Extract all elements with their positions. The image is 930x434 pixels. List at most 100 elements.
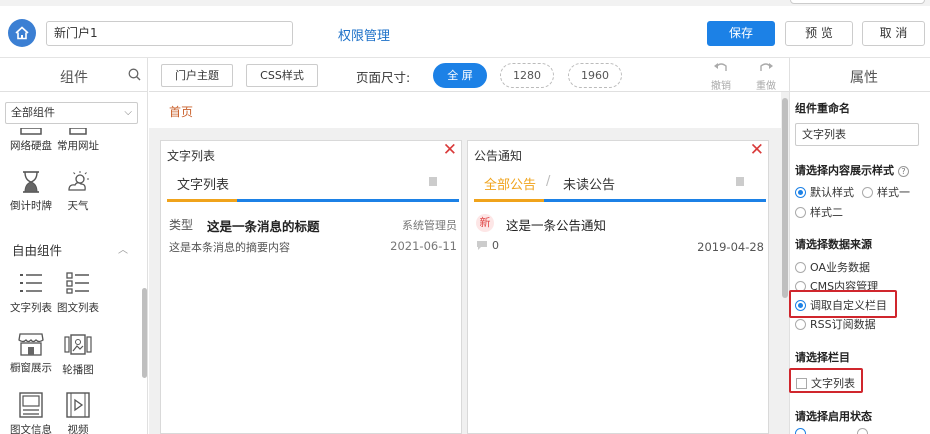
component-label: 橱窗展示 (10, 362, 52, 374)
announcement-widget[interactable]: 公告通知 ✕ 全部公告 / 未读公告 新 这是一条公告通知 0 2019-04-… (467, 140, 769, 434)
component-filter-select[interactable]: 全部组件 ⌵ (5, 102, 138, 124)
item-title[interactable]: 这是一条公告通知 (506, 215, 606, 234)
component-label: 天气 (67, 200, 89, 212)
option-label: 样式一 (877, 186, 910, 199)
style-option-default[interactable]: 默认样式 (795, 184, 854, 200)
style-option-two[interactable]: 样式二 (795, 204, 843, 220)
component-panel-header: 组件 (0, 58, 147, 92)
chevron-up-icon[interactable]: ︿ (118, 241, 128, 256)
free-components-section[interactable]: 自由组件 (12, 240, 62, 259)
list-item[interactable]: 新 这是一条公告通知 0 2019-04-28 (476, 211, 766, 255)
cancel-button[interactable]: 取 消 (862, 21, 925, 46)
source-option-rss[interactable]: RSS订阅数据 (795, 316, 876, 332)
component-panel-title: 组件 (60, 70, 88, 86)
canvas-toolbar: 门户主题 CSS样式 页面尺寸: 全 屏 1280 1960 撤销 重做 (149, 58, 789, 92)
component-label: 文字列表 (10, 302, 52, 314)
properties-panel-title: 属性 (850, 70, 878, 86)
size-fullscreen-button[interactable]: 全 屏 (433, 63, 487, 88)
size-1280-button[interactable]: 1280 (500, 63, 554, 88)
component-panel: 组件 全部组件 ⌵ 网络硬盘 常用网址 倒计时牌 天气 自由组件 ︿ 文字列表 … (0, 58, 148, 434)
comment-icon (476, 240, 488, 254)
breadcrumb-home[interactable]: 首页 (169, 103, 193, 120)
preview-button[interactable]: 预 览 (785, 21, 853, 46)
component-label: 图文信息 (10, 424, 52, 434)
source-option-oa[interactable]: OA业务数据 (795, 259, 870, 275)
redo-icon (760, 63, 773, 71)
redo-button[interactable]: 重做 (752, 60, 780, 92)
component-image-text-list[interactable]: 图文列表 (53, 268, 103, 315)
browser-search-field[interactable] (790, 0, 925, 4)
home-button[interactable] (8, 19, 36, 47)
close-icon[interactable]: ✕ (443, 142, 457, 159)
size-1960-button[interactable]: 1960 (568, 63, 622, 88)
style-heading: 请选择内容展示样式? (795, 162, 909, 178)
widget-title: 公告通知 (474, 149, 523, 163)
widget-tabs: 全部公告 / 未读公告 (474, 167, 766, 202)
properties-panel: 属性 组件重命名 文字列表 请选择内容展示样式? 默认样式 样式一 样式二 请选… (789, 58, 930, 434)
option-label: RSS订阅数据 (810, 318, 876, 331)
component-countdown[interactable]: 倒计时牌 (6, 168, 56, 213)
save-button[interactable]: 保存 (707, 21, 775, 46)
option-label: 样式二 (810, 206, 843, 219)
component-label: 图文列表 (57, 302, 99, 314)
component-text-list[interactable]: 文字列表 (6, 268, 56, 315)
item-author: 系统管理员 (402, 219, 457, 232)
radio-unchecked (857, 428, 868, 434)
status-options-partial[interactable] (795, 428, 915, 434)
component-label: 视频 (67, 424, 89, 434)
image-info-icon (6, 392, 56, 418)
highlight-box-column (789, 368, 863, 393)
tab-separator: / (546, 174, 551, 189)
item-type: 类型 (169, 218, 194, 232)
portal-name-input[interactable]: 新门户1 (46, 21, 293, 46)
radio-checked (795, 428, 806, 434)
component-filter-value: 全部组件 (11, 106, 55, 119)
permission-management-link[interactable]: 权限管理 (338, 25, 390, 44)
canvas-scrollbar[interactable] (782, 98, 788, 298)
item-title[interactable]: 这是一条消息的标题 (207, 216, 320, 235)
style-option-one[interactable]: 样式一 (862, 184, 910, 200)
more-icon[interactable] (429, 177, 437, 186)
widget-tabs: 文字列表 (167, 167, 459, 202)
search-icon[interactable] (128, 68, 141, 84)
top-bar: 新门户1 权限管理 保存 预 览 取 消 (0, 0, 930, 58)
rename-input[interactable]: 文字列表 (795, 123, 919, 146)
close-icon[interactable]: ✕ (750, 142, 764, 159)
component-carousel[interactable]: 轮播图 (53, 330, 103, 377)
radio-unchecked (862, 186, 873, 198)
carousel-icon (53, 330, 103, 356)
component-label: 轮播图 (62, 364, 94, 376)
portal-theme-button[interactable]: 门户主题 (161, 64, 233, 87)
browser-strip (0, 0, 930, 6)
breadcrumb: 首页 (149, 92, 781, 128)
undo-button[interactable]: 撤销 (707, 60, 735, 92)
page-size-label: 页面尺寸: (356, 70, 411, 85)
radio-unchecked (795, 206, 806, 218)
component-video[interactable]: 视频 (53, 392, 103, 434)
tab-all-announcements[interactable]: 全部公告 (484, 174, 536, 193)
component-weather[interactable]: 天气 (53, 168, 103, 213)
widget-title: 文字列表 (167, 149, 216, 163)
status-heading: 请选择启用状态 (795, 410, 872, 423)
help-icon[interactable]: ? (898, 166, 909, 177)
source-heading: 请选择数据来源 (795, 238, 872, 251)
component-network-drive[interactable]: 网络硬盘 (6, 128, 56, 153)
text-list-widget[interactable]: 文字列表 ✕ 文字列表 类型 这是一条消息的标题 系统管理员 这是本条消息的摘要… (160, 140, 462, 434)
more-icon[interactable] (736, 177, 744, 186)
component-image-info[interactable]: 图文信息 (6, 392, 56, 434)
component-panel-scrollbar[interactable] (142, 288, 147, 378)
showcase-icon (6, 330, 56, 356)
component-showcase[interactable]: 橱窗展示 (6, 330, 56, 375)
list-item[interactable]: 类型 这是一条消息的标题 系统管理员 这是本条消息的摘要内容 2021-06-1… (169, 211, 459, 254)
css-style-button[interactable]: CSS样式 (246, 64, 318, 87)
rename-heading: 组件重命名 (795, 102, 850, 115)
undo-label: 撤销 (711, 81, 731, 92)
tab-text-list[interactable]: 文字列表 (177, 174, 229, 193)
highlight-box-source (789, 290, 897, 318)
radio-unchecked (795, 318, 806, 330)
active-tab-indicator (167, 199, 237, 202)
design-canvas: 首页 文字列表 ✕ 文字列表 类型 这是一条消息的标题 系统管理员 这是本条消息… (149, 92, 789, 434)
component-bookmark[interactable]: 常用网址 (53, 128, 103, 153)
weather-icon (53, 168, 103, 194)
tab-unread-announcements[interactable]: 未读公告 (563, 174, 615, 193)
